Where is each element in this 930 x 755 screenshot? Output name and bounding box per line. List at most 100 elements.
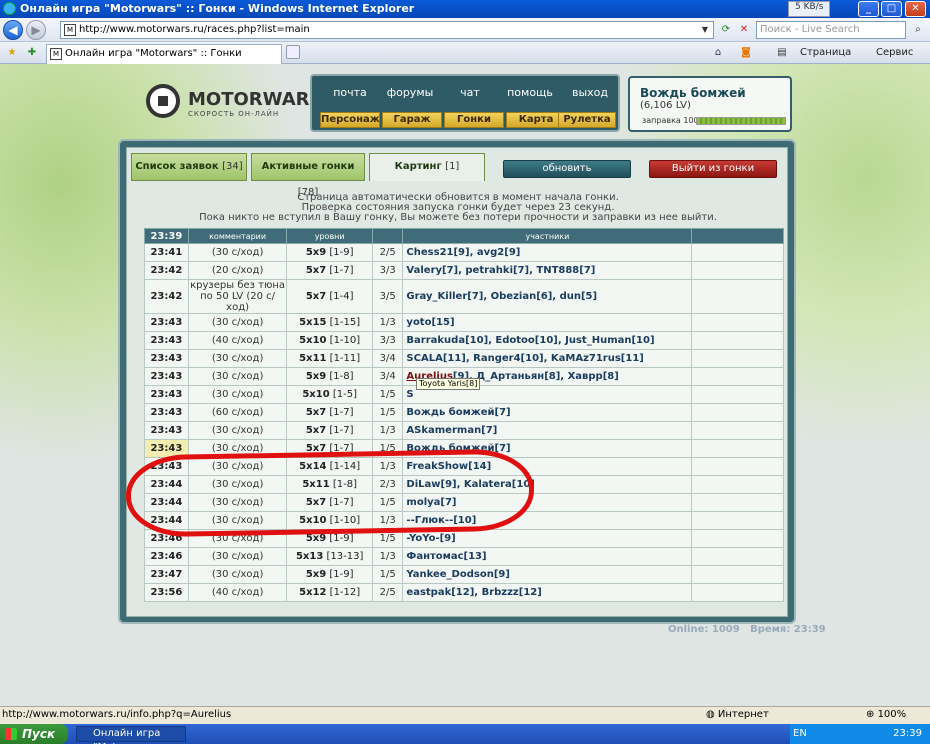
participants-text[interactable]: Valery[7], petrahki[7], TNT888[7] [406,265,595,276]
participants-text[interactable]: Фантомас[13] [406,551,486,562]
search-input[interactable]: Поиск - Live Search [756,21,906,39]
race-slots: 1/3 [371,313,404,332]
site-favicon: M [64,24,76,36]
search-icon[interactable]: ⌕ [910,22,926,38]
participants-text[interactable]: S [406,389,413,400]
participants-text[interactable]: -YoYo-[9] [406,533,455,544]
nav-help[interactable]: помощь [500,86,560,99]
race-size: 5x13 [295,551,324,562]
race-range: [1-12] [329,587,361,598]
home-icon[interactable]: ⌂ [710,45,726,61]
tools-menu[interactable]: Сервис [876,45,913,61]
participants-text[interactable]: Gray_Killer[7], Obezian[6], dun[5] [406,291,597,302]
nav-races-button[interactable]: Гонки [444,112,504,128]
refresh-icon[interactable]: ⟳ [718,22,734,38]
nav-forums[interactable]: форумы [380,86,440,99]
table-row[interactable]: 23:46 (30 с/ход) 5x13 [13-13] 1/3 Фантомас[1… [144,547,784,566]
table-row[interactable]: 23:41 (30 с/ход) 5x9 [1-9] 2/5 Chess21[9], a… [144,243,784,262]
participants-text[interactable]: Chess21[9], avg2[9] [406,247,520,258]
nav-character-button[interactable]: Персонаж [320,112,380,128]
new-tab-button[interactable] [286,45,300,59]
user-name[interactable]: Вождь бомжей [640,86,746,100]
rss-icon[interactable]: ◙ [738,45,754,61]
race-size: 5x9 [305,371,327,382]
tab-applications[interactable]: Список заявок [34] [131,153,247,181]
race-range: [1-7] [329,407,354,418]
taskbar-ie-window[interactable]: Онлайн игра "Motor... [76,726,186,753]
tab-karting[interactable]: Картинг [1] [369,153,485,181]
tab-active-races[interactable]: Активные гонки [78] [251,153,365,198]
minimize-button[interactable]: _ [858,1,879,17]
chevron-down-icon[interactable]: ▼ [698,23,712,37]
refresh-button[interactable]: обновить [503,160,631,178]
race-time: 23:42 [144,261,189,280]
leave-race-button[interactable]: Выйти из гонки [649,160,777,178]
races-table: 23:39 комментарии уровни участники 23:41… [144,228,784,602]
security-zone[interactable]: ◍ Интернет [706,707,769,723]
table-row[interactable]: 23:43 (60 с/ход) 5x7 [1-7] 1/5 Вождь бомжей[… [144,403,784,422]
back-button[interactable]: ◀ [3,20,23,40]
page-menu[interactable]: Страница [800,45,851,61]
tab-current[interactable]: M Онлайн игра "Motorwars" :: Гонки [46,44,282,64]
site-logo[interactable]: MOTORWARS.RU СКОРОСТЬ ОН-ЛАЙН [146,84,358,124]
race-action [691,349,784,368]
race-time: 23:42 [144,279,189,314]
forward-button[interactable]: ▶ [26,20,46,40]
zoom-value: 100% [877,709,907,720]
race-action [691,261,784,280]
race-range: [1-15] [329,317,361,328]
participants-text[interactable]: eastpak[12], Brbzzz[12] [406,587,541,598]
participants-text[interactable]: SCALA[11], Ranger4[10], KaMAz71rus[11] [406,353,643,364]
table-row[interactable]: 23:42 (20 с/ход) 5x7 [1-7] 3/3 Valery[7], pe… [144,261,784,280]
start-button[interactable]: Пуск [0,724,68,744]
race-levels: 5x10 [1-5] [286,385,373,404]
print-icon[interactable]: ▤ [774,45,790,61]
table-row[interactable]: 23:42 крузеры без тюна по 50 LV (20 с/ход… [144,279,784,314]
zone-label: Интернет [717,709,769,720]
table-row[interactable]: 23:43 (30 с/ход) 5x11 [1-11] 3/4 SCALA[11], … [144,349,784,368]
nav-roulette-button[interactable]: Рулетка [558,112,616,128]
race-participants: Barrakuda[10], Edotoo[10], Just_Human[10… [402,331,693,350]
nav-logout[interactable]: выход [560,86,620,99]
zoom-level[interactable]: ⊕ 100% [866,707,906,723]
nav-garage-button[interactable]: Гараж [382,112,442,128]
page-content: MOTORWARS.RU СКОРОСТЬ ОН-ЛАЙН почта фору… [0,64,930,706]
user-lv: (6,106 LV) [640,100,691,111]
table-row[interactable]: 23:43 (30 с/ход) 5x7 [1-7] 1/3 ASkamerman[7] [144,421,784,440]
url-field[interactable]: M http://www.motorwars.ru/races.php?list… [60,21,714,39]
race-action [691,529,784,548]
user-panel: Вождь бомжей (6,106 LV) заправка 100% [628,76,792,132]
add-favorite-icon[interactable]: ✚ [24,45,40,61]
table-row[interactable]: 23:43 (30 с/ход) 5x15 [1-15] 1/3 yoto[15] [144,313,784,332]
participants-text[interactable]: yoto[15] [406,317,454,328]
race-levels: 5x11 [1-11] [286,349,373,368]
table-row[interactable]: 23:43 (40 с/ход) 5x10 [1-10] 3/3 Barrakuda[1… [144,331,784,350]
race-comment: (30 с/ход) [187,565,288,584]
table-row[interactable]: 23:56 (40 с/ход) 5x12 [1-12] 2/5 eastpak[12]… [144,583,784,602]
stop-icon[interactable]: ✕ [736,22,752,38]
participants-text[interactable]: Вождь бомжей[7] [406,407,510,418]
header-comments: комментарии [187,228,288,244]
race-size: 5x12 [299,587,327,598]
participants-text[interactable]: ASkamerman[7] [406,425,497,436]
race-comment: (40 с/ход) [187,331,288,350]
nav-chat[interactable]: чат [440,86,500,99]
nav-mail[interactable]: почта [320,86,380,99]
race-slots: 1/5 [371,403,404,422]
language-indicator[interactable]: EN [793,724,807,744]
race-slots: 3/5 [371,279,404,314]
tab-applications-label: Список заявок [135,161,219,172]
close-button[interactable]: ✕ [905,1,926,17]
nav-map-button[interactable]: Карта [506,112,566,128]
maximize-button[interactable]: □ [881,1,902,17]
race-action [691,457,784,476]
participants-text[interactable]: Yankee_Dodson[9] [406,569,510,580]
race-comment: (30 с/ход) [187,421,288,440]
race-action [691,493,784,512]
table-row[interactable]: 23:47 (30 с/ход) 5x9 [1-9] 1/5 Yankee_Dodson… [144,565,784,584]
favorites-star-icon[interactable]: ★ [4,45,20,61]
race-comment: крузеры без тюна по 50 LV (20 с/ход) [187,279,288,314]
participants-text[interactable]: Barrakuda[10], Edotoo[10], Just_Human[10… [406,335,654,346]
race-slots: 3/3 [371,331,404,350]
race-action [691,439,784,458]
